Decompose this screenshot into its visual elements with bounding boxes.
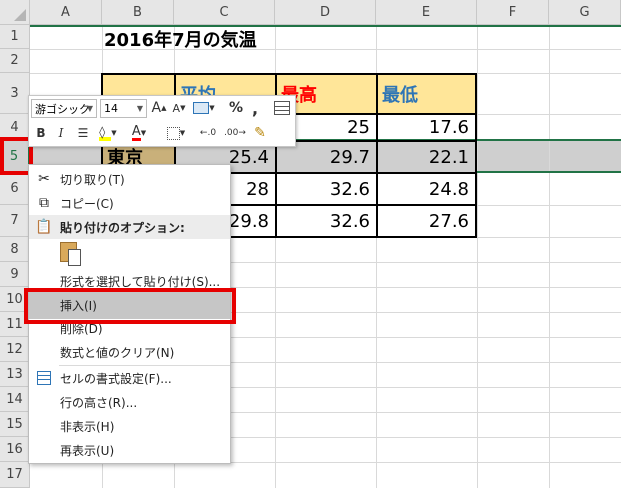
- chevron-down-icon: ▼: [179, 129, 186, 137]
- row-header-9[interactable]: 9: [0, 262, 30, 287]
- chevron-down-icon: ▼: [136, 104, 143, 113]
- menu-item-label: 形式を選択して貼り付け(S)...: [60, 274, 221, 289]
- row-header-2[interactable]: 2: [0, 49, 30, 73]
- column-header-a[interactable]: A: [30, 0, 102, 25]
- italic-button[interactable]: I: [53, 123, 69, 143]
- font-name-box[interactable]: 游ゴシック ▼: [31, 99, 97, 118]
- font-size-value: 14: [104, 102, 118, 115]
- chevron-down-icon: ▼: [140, 129, 147, 137]
- menu-item-label: 行の高さ(R)...: [60, 395, 138, 410]
- menu-item-label: 数式と値のクリア(N): [60, 345, 175, 360]
- comma-style-button[interactable]: ,: [248, 98, 262, 118]
- cell-e7[interactable]: 27.6: [376, 204, 477, 238]
- column-header-d[interactable]: D: [275, 0, 376, 25]
- paste-page-icon: [68, 249, 81, 266]
- menu-item-cut[interactable]: ✂ 切り取り(T): [29, 167, 230, 191]
- menu-item-copy[interactable]: ⧉ コピー(C): [29, 191, 230, 215]
- scissors-icon: ✂: [38, 171, 50, 187]
- chevron-down-icon: ▼: [86, 104, 93, 113]
- column-header-g[interactable]: G: [549, 0, 621, 25]
- menu-item-label: 非表示(H): [60, 419, 115, 434]
- menu-item-label: コピー(C): [60, 196, 114, 211]
- cell-e5[interactable]: 22.1: [376, 140, 477, 174]
- percent-style-button[interactable]: %: [228, 98, 244, 118]
- row-header-6[interactable]: 6: [0, 173, 30, 205]
- menu-item-label: 切り取り(T): [60, 172, 125, 187]
- row-header-17[interactable]: 17: [0, 462, 30, 488]
- column-header-e[interactable]: E: [376, 0, 477, 25]
- format-painter-icon[interactable]: ✎: [250, 123, 270, 143]
- decrease-decimal-button[interactable]: .00 →: [223, 123, 247, 143]
- format-cells-icon: [35, 369, 53, 387]
- format-painter-table-icon[interactable]: [272, 98, 292, 118]
- paint-bucket-icon: ◊: [99, 125, 112, 141]
- cell-e3[interactable]: 最低: [376, 73, 477, 115]
- font-color-button[interactable]: A ▼: [126, 123, 152, 143]
- menu-item-label: セルの書式設定(F)...: [60, 371, 172, 386]
- cell-e6[interactable]: 24.8: [376, 172, 477, 206]
- copy-icon: ⧉: [39, 195, 49, 211]
- grow-font-button[interactable]: A ▲: [150, 98, 168, 118]
- cell-e4[interactable]: 17.6: [376, 113, 477, 142]
- mini-toolbar: 游ゴシック ▼ 14 ▼ A ▲ A ▼ ▼ % , B I ☰ ◊ ▼ A ▼ ▼ ←…: [28, 95, 296, 147]
- bold-button[interactable]: B: [33, 123, 49, 143]
- column-header-c[interactable]: C: [174, 0, 275, 25]
- currency-format-icon: [193, 102, 210, 114]
- menu-item-clear-contents[interactable]: 数式と値のクリア(N): [29, 340, 230, 364]
- row-header-1[interactable]: 1: [0, 25, 30, 49]
- chevron-down-icon: ▼: [111, 129, 117, 137]
- chevron-down-icon: ▼: [209, 104, 215, 112]
- border-icon: [166, 126, 180, 140]
- increase-decimal-icon: ←: [199, 128, 208, 138]
- row-header-15[interactable]: 15: [0, 412, 30, 437]
- clipboard-icon: 📋: [35, 219, 53, 235]
- shrink-font-button[interactable]: A ▼: [170, 98, 188, 118]
- font-color-letter: A: [131, 124, 141, 141]
- row-header-3[interactable]: 3: [0, 73, 30, 114]
- paste-options-header: 📋 貼り付けのオプション:: [29, 215, 230, 239]
- decrease-decimal-icon: →: [238, 128, 246, 138]
- menu-item-format-cells[interactable]: セルの書式設定(F)...: [29, 366, 230, 390]
- cell-d7[interactable]: 32.6: [275, 204, 378, 238]
- borders-button[interactable]: ▼: [163, 123, 189, 143]
- select-all-corner[interactable]: [0, 0, 30, 25]
- gridline: [549, 25, 550, 488]
- paste-button[interactable]: [60, 242, 82, 268]
- row-header-16[interactable]: 16: [0, 437, 30, 462]
- shrink-font-label: A: [172, 101, 181, 115]
- cell-d6[interactable]: 32.6: [275, 172, 378, 206]
- font-name-value: 游ゴシック: [35, 102, 90, 116]
- sheet-title[interactable]: 2016年7月の気温: [104, 27, 257, 51]
- table-icon: [274, 101, 290, 115]
- menu-item-unhide[interactable]: 再表示(U): [29, 438, 230, 462]
- row-header-8[interactable]: 8: [0, 237, 30, 262]
- align-center-icon[interactable]: ☰: [75, 123, 91, 143]
- menu-section-label: 貼り付けのオプション:: [60, 220, 185, 235]
- number-format-button[interactable]: ▼: [192, 98, 216, 118]
- menu-item-row-height[interactable]: 行の高さ(R)...: [29, 390, 230, 414]
- row-header-14[interactable]: 14: [0, 387, 30, 412]
- menu-item-label: 再表示(U): [60, 443, 115, 458]
- increase-decimal-label: .0: [207, 128, 217, 138]
- row-header-13[interactable]: 13: [0, 362, 30, 387]
- decrease-decimal-label: .00: [224, 128, 239, 138]
- row-header-12[interactable]: 12: [0, 337, 30, 362]
- font-size-box[interactable]: 14 ▼: [100, 99, 147, 118]
- fill-color-button[interactable]: ◊ ▼: [95, 123, 121, 143]
- column-header-b[interactable]: B: [102, 0, 174, 25]
- menu-item-hide[interactable]: 非表示(H): [29, 414, 230, 438]
- grow-font-label: A: [151, 100, 162, 116]
- row-header-7[interactable]: 7: [0, 205, 30, 237]
- insert-highlight-frame: [24, 288, 236, 324]
- column-header-f[interactable]: F: [477, 0, 549, 25]
- increase-decimal-button[interactable]: ← .0: [197, 123, 219, 143]
- gridline: [477, 25, 478, 488]
